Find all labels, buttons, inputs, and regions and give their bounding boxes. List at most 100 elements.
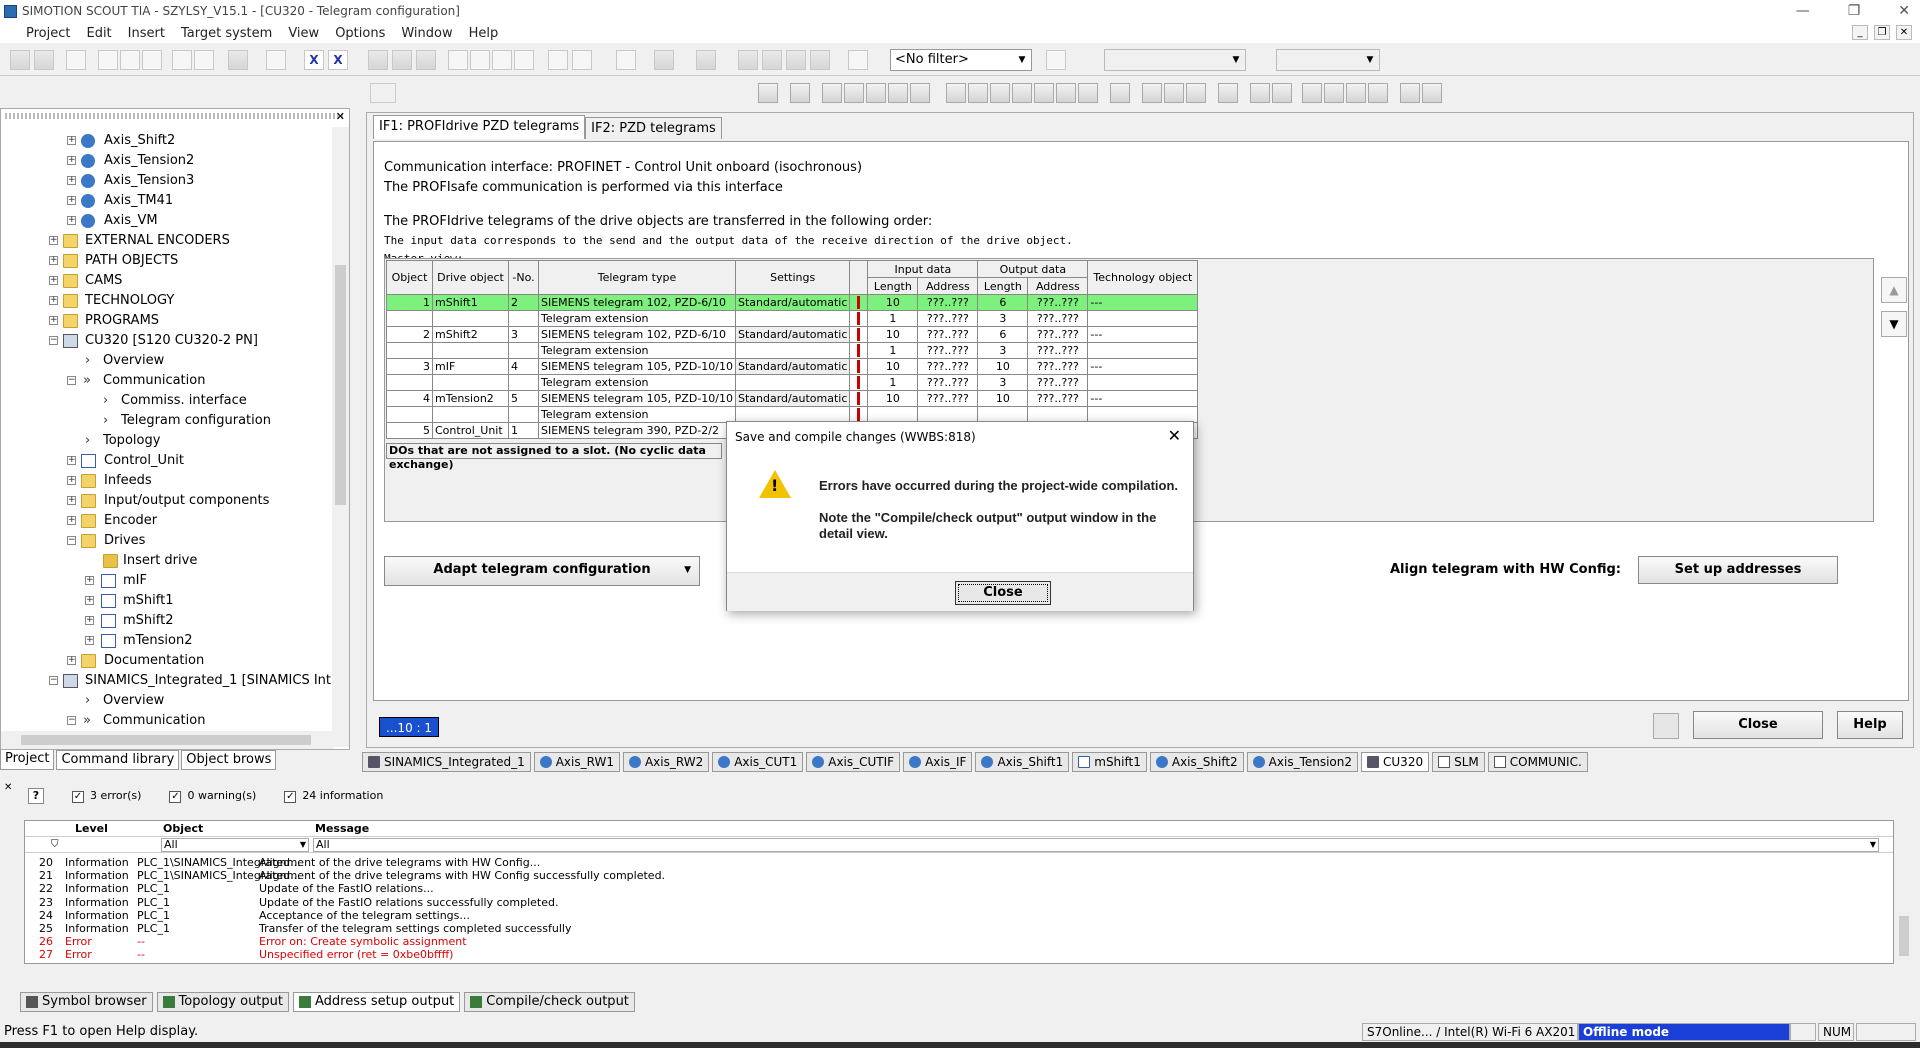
- contact-icon[interactable]: [968, 83, 988, 103]
- monitor-prog-icon[interactable]: [1110, 83, 1130, 103]
- tab-command-library[interactable]: Command library: [56, 750, 180, 770]
- scroll-thumb[interactable]: [1899, 916, 1909, 956]
- tab-object-active[interactable]: CU320: [1361, 752, 1430, 772]
- save-icon[interactable]: [10, 50, 30, 70]
- block-icon-3[interactable]: [866, 83, 886, 103]
- expand-icon[interactable]: +: [67, 456, 76, 465]
- tab-object[interactable]: SLM: [1432, 752, 1485, 772]
- network-insert-icon[interactable]: [946, 83, 966, 103]
- block-icon-4[interactable]: [888, 83, 908, 103]
- panel-close-icon[interactable]: ✕: [336, 110, 345, 123]
- bookmark-next-icon[interactable]: [1324, 83, 1344, 103]
- undo-icon[interactable]: [172, 50, 192, 70]
- list-icon[interactable]: [1250, 83, 1270, 103]
- expand-icon[interactable]: +: [67, 656, 76, 665]
- expand-icon[interactable]: +: [67, 136, 76, 145]
- copy-icon[interactable]: [120, 50, 140, 70]
- expand-icon[interactable]: +: [67, 176, 76, 185]
- output-row[interactable]: 27 Error -- Unspecified error (ret = 0xbe0b…: [25, 947, 1893, 963]
- dialog-close-icon[interactable]: ✕: [1168, 426, 1181, 445]
- help-question-icon[interactable]: ?: [28, 788, 44, 804]
- expand-icon[interactable]: +: [67, 496, 76, 505]
- indent-icon[interactable]: [1400, 83, 1420, 103]
- help-button[interactable]: Help: [1837, 711, 1903, 739]
- filter-settings-icon[interactable]: [848, 50, 868, 70]
- compare-icon[interactable]: [492, 50, 512, 70]
- filter-select[interactable]: <No filter> ▼: [890, 49, 1032, 71]
- menu-help[interactable]: Help: [461, 26, 507, 41]
- expand-icon[interactable]: +: [85, 616, 94, 625]
- expand-icon[interactable]: +: [67, 516, 76, 525]
- close-button[interactable]: Close: [1693, 711, 1823, 739]
- pause-icon[interactable]: [1164, 83, 1184, 103]
- tab-object[interactable]: SINAMICS_Integrated_1: [362, 752, 531, 772]
- block-icon-5[interactable]: [910, 83, 930, 103]
- branch-icon[interactable]: [1012, 83, 1032, 103]
- network-icon[interactable]: [696, 50, 716, 70]
- topology-icon[interactable]: [654, 50, 674, 70]
- cell-settings[interactable]: Standard/automatic: [734, 390, 851, 407]
- mdi-restore-icon[interactable]: ❐: [1874, 25, 1890, 40]
- tab-project[interactable]: Project: [0, 750, 55, 770]
- play-icon[interactable]: [1186, 83, 1206, 103]
- output-vertical-scrollbar[interactable]: [1896, 820, 1912, 964]
- scroll-thumb[interactable]: [21, 735, 311, 745]
- telegram-row[interactable]: 1 mShift1 2 SIEMENS telegram 102, PZD-6/10 S…: [386, 294, 1199, 311]
- tab-object[interactable]: Axis_Shift1: [975, 752, 1070, 772]
- minimize-icon[interactable]: —: [1796, 0, 1810, 23]
- coil-icon[interactable]: [990, 83, 1010, 103]
- tab-topology-output[interactable]: Topology output: [156, 992, 289, 1012]
- cell-settings[interactable]: Standard/automatic: [734, 326, 851, 343]
- tab-object[interactable]: Axis_CUTIF: [806, 752, 901, 772]
- menu-options[interactable]: Options: [327, 26, 393, 41]
- cell-settings[interactable]: [734, 342, 851, 359]
- telegram-row[interactable]: 2 mShift2 3 SIEMENS telegram 102, PZD-6/10 S…: [386, 326, 1199, 343]
- refresh-icon[interactable]: [1653, 713, 1679, 739]
- telegram-row[interactable]: Telegram extension 1???..??? 3???..???: [386, 374, 1199, 391]
- help-context-icon[interactable]: [228, 50, 248, 70]
- message-filter-select[interactable]: All ▼: [313, 838, 1879, 852]
- offline-icon[interactable]: [416, 50, 436, 70]
- paragraph-icon[interactable]: [1272, 83, 1292, 103]
- block-icon-1[interactable]: [822, 83, 842, 103]
- tab-if1-profidrive[interactable]: IF1: PROFIdrive PZD telegrams: [373, 115, 586, 139]
- telegram-row[interactable]: Telegram extension 1???..??? 3???..???: [386, 310, 1199, 327]
- restore-icon[interactable]: ❐: [1848, 0, 1861, 23]
- tab-compile-check-output[interactable]: Compile/check output: [464, 992, 635, 1012]
- box-icon[interactable]: [1056, 83, 1076, 103]
- close-detail-icon[interactable]: ✕: [4, 782, 12, 793]
- run-icon[interactable]: [1142, 83, 1162, 103]
- expand-icon[interactable]: +: [67, 216, 76, 225]
- menu-target-system[interactable]: Target system: [173, 26, 280, 41]
- tab-address-setup-output[interactable]: Address setup output: [293, 992, 461, 1012]
- tab-object[interactable]: COMMUNIC.: [1487, 752, 1588, 772]
- telegram-row[interactable]: 4 mTension2 5 SIEMENS telegram 105, PZD-10/…: [386, 390, 1199, 407]
- filter-edit-icon[interactable]: [1046, 50, 1066, 70]
- mdi-close-icon[interactable]: ✕: [1896, 25, 1912, 40]
- expand-icon[interactable]: +: [49, 256, 58, 265]
- menu-edit[interactable]: Edit: [78, 26, 119, 41]
- tab-object[interactable]: Axis_CUT1: [712, 752, 804, 772]
- tree-vertical-scrollbar[interactable]: [332, 127, 349, 747]
- online-icon[interactable]: [392, 50, 412, 70]
- print-icon[interactable]: [66, 50, 86, 70]
- move-down-button[interactable]: ▼: [1881, 311, 1907, 337]
- telegram-row[interactable]: Telegram extension 1???..??? 3???..???: [386, 342, 1199, 359]
- expand-icon[interactable]: +: [67, 196, 76, 205]
- cut-icon[interactable]: [98, 50, 118, 70]
- grid-icon[interactable]: [1078, 83, 1098, 103]
- lad-icon[interactable]: [758, 83, 778, 103]
- connect-icon[interactable]: [368, 50, 388, 70]
- menu-view[interactable]: View: [280, 26, 327, 41]
- expand-icon[interactable]: +: [49, 236, 58, 245]
- expand-icon[interactable]: +: [85, 596, 94, 605]
- tab-object-browser[interactable]: Object brows: [181, 750, 277, 770]
- set-up-addresses-button[interactable]: Set up addresses: [1638, 556, 1838, 584]
- bookmark-prev-icon[interactable]: [1346, 83, 1366, 103]
- expand-icon[interactable]: +: [67, 156, 76, 165]
- scroll-thumb[interactable]: [335, 265, 346, 505]
- subscript-x-icon[interactable]: X: [304, 50, 324, 70]
- outdent-icon[interactable]: [1422, 83, 1442, 103]
- tab-if2-pzd[interactable]: IF2: PZD telegrams: [585, 117, 722, 139]
- menu-window[interactable]: Window: [393, 26, 460, 41]
